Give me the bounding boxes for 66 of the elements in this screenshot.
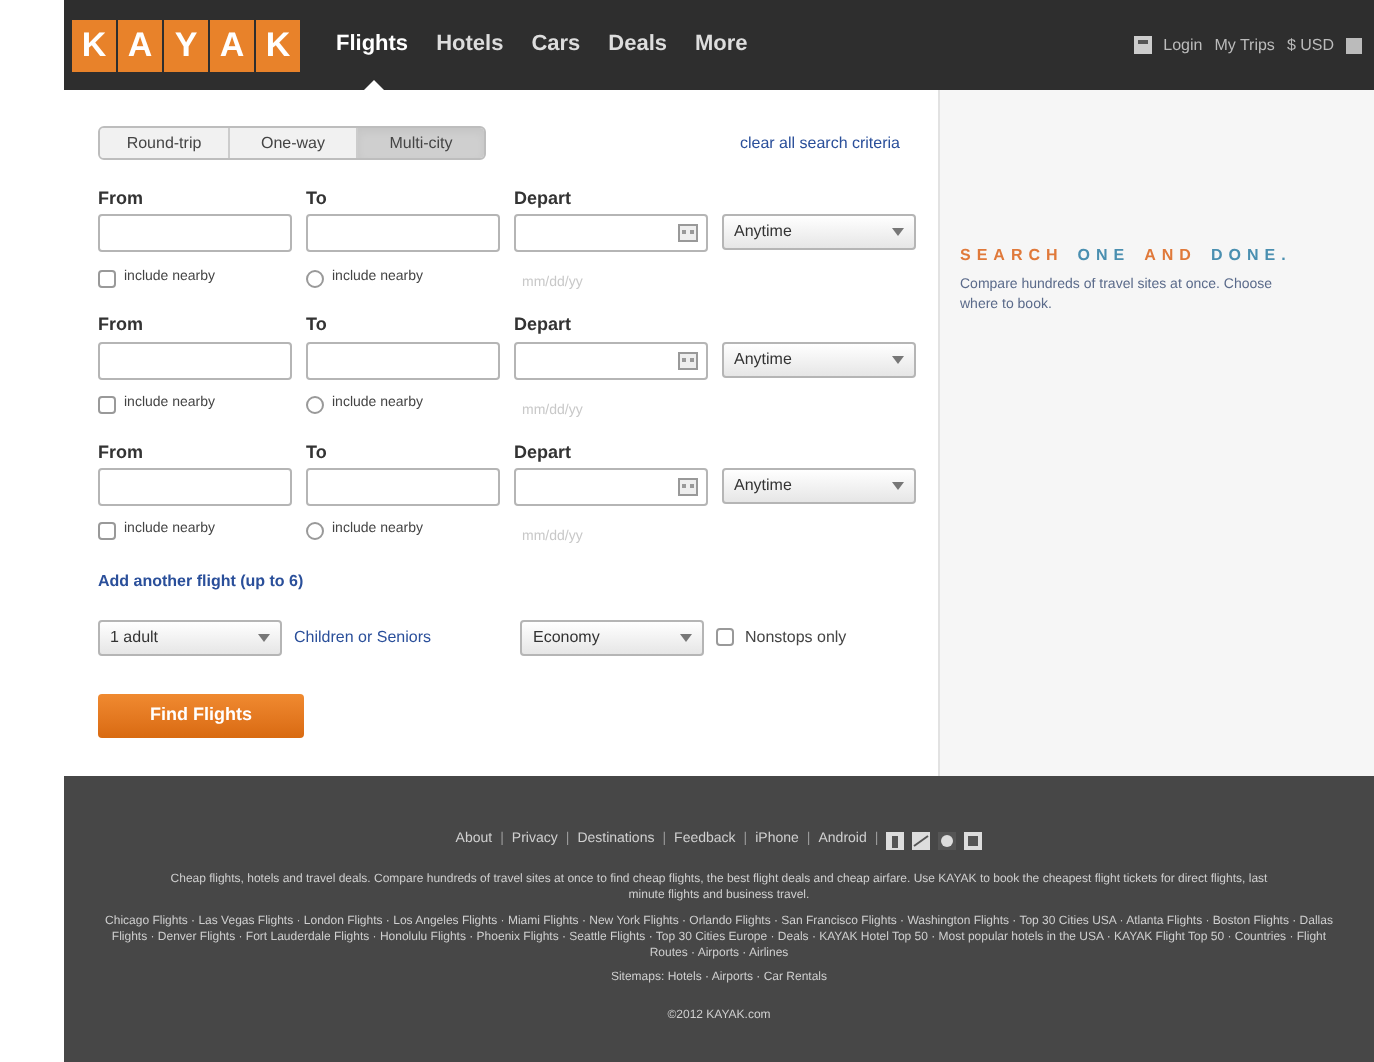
promo-title-word: SEARCH: [960, 246, 1064, 266]
field-label: From: [98, 314, 145, 337]
to-input[interactable]: [306, 341, 500, 379]
logo-letter-tile: A: [210, 19, 254, 71]
time-select[interactable]: Anytime: [722, 341, 916, 377]
add-flight-link[interactable]: Add another flight (up to 6): [98, 571, 304, 592]
from-input[interactable]: [98, 214, 292, 253]
promo-title-word: DONE.: [1210, 246, 1292, 266]
date-input[interactable]: [514, 214, 708, 253]
checkbox-label: Nonstops only: [744, 627, 847, 648]
select-value: Anytime: [734, 349, 792, 369]
nav-tab[interactable]: Deals: [608, 31, 668, 59]
date-input[interactable]: [514, 341, 708, 379]
checkbox[interactable]: [98, 269, 116, 288]
time-select[interactable]: Anytime: [722, 467, 916, 504]
field-label: To: [306, 441, 329, 464]
caret-icon: [892, 228, 904, 237]
logo-letter-tile: K: [256, 19, 300, 71]
flag-icon: [1346, 37, 1362, 53]
select-value: Anytime: [734, 475, 792, 496]
children-seniors-link[interactable]: Children or Seniors: [294, 627, 431, 648]
promo-title-word: ONE: [1077, 246, 1131, 266]
account-link[interactable]: My Trips: [1214, 35, 1275, 55]
account-link[interactable]: Login: [1163, 35, 1203, 55]
checkbox[interactable]: [716, 628, 735, 647]
field-label: From: [98, 441, 145, 464]
clear-search-link[interactable]: clear all search criteria: [739, 133, 900, 153]
calendar-icon: [678, 351, 698, 369]
field-label: From: [98, 188, 145, 211]
select-value: Economy: [532, 627, 600, 648]
from-input[interactable]: [98, 467, 292, 506]
field-label: To: [306, 188, 329, 211]
field-label: Depart: [514, 188, 574, 211]
checkbox[interactable]: [306, 522, 324, 541]
field-label: Depart: [514, 441, 574, 464]
logo-letter-tile: A: [118, 19, 162, 71]
calendar-icon: [678, 224, 698, 243]
nav-tab[interactable]: Cars: [531, 31, 581, 59]
caret-icon: [680, 633, 693, 642]
field-label: Depart: [514, 314, 574, 337]
caret-icon: [892, 355, 904, 363]
logo-letter-tile: Y: [164, 19, 208, 71]
select-value: Anytime: [734, 222, 792, 243]
travelers-select[interactable]: 1 adult: [98, 619, 282, 656]
to-input[interactable]: [306, 467, 500, 506]
cabin-select[interactable]: Economy: [520, 619, 705, 656]
user-icon: [1133, 36, 1152, 54]
to-input[interactable]: [306, 214, 500, 253]
logo-letter-tile: K: [72, 19, 116, 71]
from-input[interactable]: [98, 341, 292, 379]
date-input[interactable]: [514, 467, 708, 506]
trip-type-tab[interactable]: Multi-city: [356, 128, 484, 158]
time-select[interactable]: Anytime: [722, 214, 916, 251]
checkbox[interactable]: [98, 522, 116, 541]
caret-icon: [892, 481, 904, 490]
nav-tab[interactable]: Hotels: [436, 31, 504, 59]
field-label: To: [306, 314, 329, 337]
promo-title-word: AND: [1144, 246, 1197, 266]
nav-tab[interactable]: More: [695, 31, 748, 59]
checkbox[interactable]: [306, 396, 324, 414]
checkbox[interactable]: [306, 269, 324, 288]
calendar-icon: [678, 477, 698, 496]
caret-icon: [258, 633, 270, 642]
account-link[interactable]: $ USD: [1286, 35, 1334, 55]
select-value: 1 adult: [110, 627, 159, 648]
checkbox[interactable]: [98, 396, 116, 414]
